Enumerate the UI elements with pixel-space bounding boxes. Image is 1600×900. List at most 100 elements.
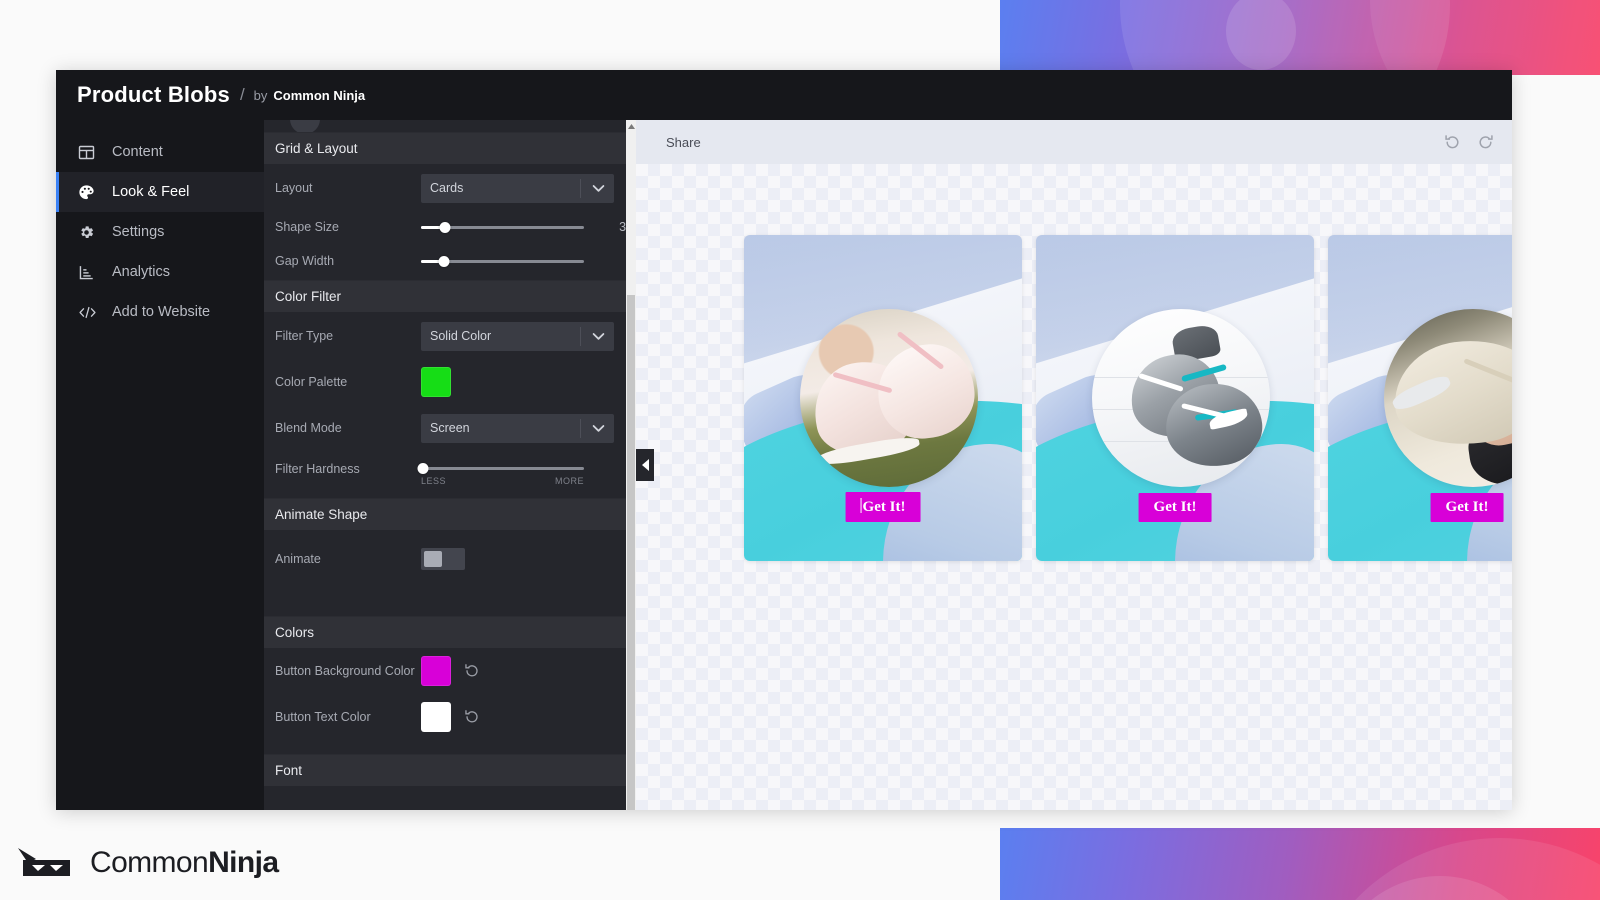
window-titlebar: Product Blobs / by Common Ninja <box>56 70 1512 120</box>
section-title: Grid & Layout <box>275 141 358 156</box>
section-body-font <box>264 786 626 810</box>
decorative-gradient-top-right <box>1000 0 1600 75</box>
product-card[interactable]: Get It! <box>1328 235 1512 561</box>
product-image-blob <box>1383 309 1512 487</box>
get-it-button[interactable]: Get It! <box>1138 493 1212 522</box>
panel-scrollbar-track[interactable] <box>626 120 636 810</box>
app-window: Product Blobs / by Common Ninja Content <box>56 70 1512 810</box>
section-header-font: Font <box>264 754 626 786</box>
section-title: Color Filter <box>275 289 342 304</box>
row-label: Gap Width <box>275 254 335 268</box>
row-label: Color Palette <box>275 375 348 389</box>
title-separator: / <box>239 85 245 104</box>
panel-scrollbar-thumb[interactable] <box>627 295 635 810</box>
sidebar-item-label: Settings <box>112 223 165 240</box>
shape-size-slider[interactable] <box>421 220 584 234</box>
chevron-left-icon <box>641 459 649 471</box>
reset-icon[interactable] <box>464 709 480 725</box>
sidebar-item-add-to-website[interactable]: Add to Website <box>56 292 264 332</box>
redo-icon[interactable] <box>1477 134 1494 151</box>
row-layout: Layout Cards <box>275 164 615 212</box>
share-button[interactable]: Share <box>666 135 701 150</box>
sidebar-item-analytics[interactable]: Analytics <box>56 252 264 292</box>
product-image-blob <box>799 309 978 487</box>
preview-canvas: Get It! Get It! Get It! <box>636 164 1512 810</box>
get-it-button[interactable]: Get It! <box>845 492 921 522</box>
section-header-animate-shape: Animate Shape <box>264 498 626 530</box>
animate-toggle[interactable] <box>421 548 465 570</box>
row-label: Animate <box>275 552 321 566</box>
section-body-animate-shape: Animate <box>264 530 626 616</box>
panel-collapse-handle[interactable] <box>636 449 654 481</box>
button-background-color-swatch[interactable] <box>421 656 451 686</box>
gear-icon <box>78 224 100 241</box>
filter-hardness-slider[interactable] <box>417 461 584 475</box>
row-label: Button Text Color <box>275 710 371 724</box>
select-value: Screen <box>430 421 470 435</box>
row-label: Blend Mode <box>275 421 342 435</box>
row-label: Button Background Color <box>275 664 415 678</box>
row-animate: Animate <box>275 530 615 588</box>
reset-icon[interactable] <box>464 663 480 679</box>
page-title: Product Blobs <box>77 82 230 107</box>
row-label: Filter Type <box>275 329 334 343</box>
sidebar-item-label: Analytics <box>112 263 171 280</box>
section-title: Font <box>275 763 303 778</box>
undo-icon[interactable] <box>1444 134 1461 151</box>
gap-width-slider[interactable] <box>421 254 584 268</box>
get-it-button-label: Get It! <box>1153 499 1197 515</box>
preview-toolbar: Share <box>636 120 1512 164</box>
sidebar-item-content[interactable]: Content <box>56 132 264 172</box>
section-body-colors: Button Background Color Button Text Colo… <box>264 648 626 754</box>
product-image-blob <box>1091 309 1270 487</box>
sidebar-item-label: Add to Website <box>112 303 211 320</box>
section-body-color-filter: Filter Type Solid Color Color Palette Bl… <box>264 312 636 498</box>
filter-hardness-max-label: MORE <box>555 476 584 486</box>
page-root: Product Blobs / by Common Ninja Content <box>0 0 1600 900</box>
scroll-up-arrow-icon[interactable] <box>627 122 635 130</box>
blend-mode-select[interactable]: Screen <box>421 413 614 443</box>
logo-text-light: Common <box>90 846 209 879</box>
row-label: Shape Size <box>275 220 339 234</box>
palette-icon <box>78 184 100 201</box>
section-body-grid-layout: Layout Cards Shape Size Gap Width <box>264 164 636 280</box>
product-card[interactable]: Get It! <box>1036 235 1314 561</box>
ninja-logo-icon <box>14 846 76 880</box>
row-button-background-color: Button Background Color <box>275 648 615 694</box>
chevron-down-icon <box>592 322 605 351</box>
select-value: Solid Color <box>430 329 492 343</box>
logo-text-bold: Ninja <box>208 846 279 879</box>
section-title: Animate Shape <box>275 507 368 522</box>
preview-area: Share Get It! Get It! Get It! <box>636 120 1512 810</box>
row-label: Layout <box>275 181 313 195</box>
row-label: Filter Hardness <box>275 462 360 476</box>
sidebar-item-label: Look & Feel <box>112 183 190 200</box>
title-brand: Common Ninja <box>273 87 366 103</box>
text-caret <box>860 498 862 513</box>
row-color-palette: Color Palette <box>275 360 615 404</box>
get-it-button-label: Get It! <box>1445 499 1489 515</box>
get-it-button-label: Get It! <box>862 499 906 515</box>
decorative-gradient-bottom-right <box>1000 828 1600 900</box>
title-by-label: by <box>253 87 268 103</box>
filter-type-select[interactable]: Solid Color <box>421 321 614 351</box>
row-shape-size: Shape Size 324 <box>275 212 636 242</box>
section-title: Colors <box>275 625 315 640</box>
section-header-colors: Colors <box>264 616 626 648</box>
sidebar-item-look-and-feel[interactable]: Look & Feel <box>56 172 264 212</box>
get-it-button[interactable]: Get It! <box>1430 493 1504 522</box>
sidebar-item-settings[interactable]: Settings <box>56 212 264 252</box>
product-card[interactable]: Get It! <box>744 235 1022 561</box>
select-value: Cards <box>430 181 464 195</box>
row-gap-width: Gap Width 14 <box>275 242 636 280</box>
color-palette-swatch[interactable] <box>421 367 451 397</box>
layout-select[interactable]: Cards <box>421 173 614 203</box>
row-blend-mode: Blend Mode Screen <box>275 404 615 452</box>
logo-wordmark: CommonNinja <box>90 846 279 880</box>
button-text-color-swatch[interactable] <box>421 702 451 732</box>
row-filter-type: Filter Type Solid Color <box>275 312 615 360</box>
commonninja-logo: CommonNinja <box>14 846 279 880</box>
grid-icon <box>78 144 100 161</box>
section-header-color-filter: Color Filter <box>264 280 626 312</box>
filter-hardness-min-label: LESS <box>421 476 447 486</box>
